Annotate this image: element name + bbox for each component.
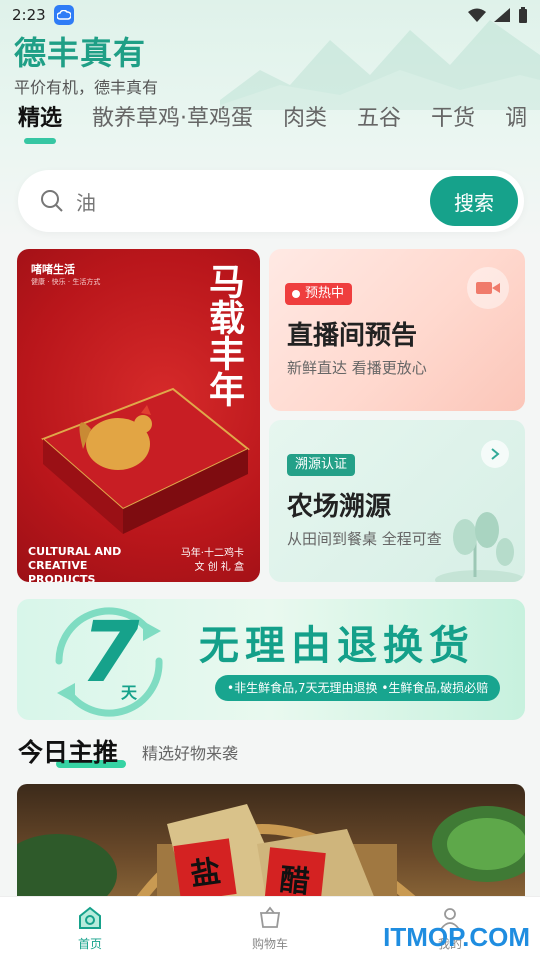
- return-unit: 天: [121, 683, 138, 702]
- app-title: 德丰真有: [14, 34, 147, 72]
- promo-cn-title: 马年·十二鸡卡: [180, 548, 244, 559]
- today-picks-subtitle: 精选好物来袭: [142, 744, 239, 763]
- nav-home[interactable]: 首页: [0, 897, 180, 960]
- tab-label: 散养草鸡·草鸡蛋: [92, 106, 254, 131]
- tab-seasoning[interactable]: 调: [505, 100, 527, 148]
- return-title: 无理由退换货: [199, 623, 475, 669]
- live-preview-card[interactable]: 预热中 直播间预告 新鲜直达 看播更放心: [269, 249, 525, 411]
- tab-label: 干货: [431, 106, 476, 131]
- salt-label: 盐: [173, 838, 237, 902]
- preheat-badge: 预热中: [285, 283, 353, 305]
- tab-grains[interactable]: 五谷: [357, 100, 401, 148]
- tab-meat[interactable]: 肉类: [283, 100, 327, 148]
- return-policy-note: •非生鲜食品,7天无理由退换 •生鲜食品,破损必赔: [215, 675, 501, 701]
- tab-label: 肉类: [283, 106, 328, 131]
- today-picks-title: 今日主推: [18, 738, 119, 767]
- status-time: 2:23: [12, 6, 46, 24]
- video-camera-icon: [467, 267, 509, 309]
- promo-brand-sub: 健康 · 快乐 · 生活方式: [31, 278, 101, 286]
- farm-title: 农场溯源: [287, 492, 392, 522]
- live-title: 直播间预告: [287, 321, 418, 351]
- battery-icon: [519, 7, 527, 23]
- tab-label: 调: [505, 106, 528, 131]
- home-icon: [79, 906, 101, 929]
- promo-brand: 啫啫生活: [31, 263, 75, 276]
- nav-cart-label: 购物车: [251, 937, 288, 951]
- promo-cn-sub: 文 创 礼 盒: [194, 562, 244, 573]
- farm-subtitle: 从田间到餐桌 全程可查: [287, 530, 442, 548]
- trace-badge: 溯源认证: [287, 454, 356, 476]
- search-button[interactable]: 搜索: [430, 176, 518, 226]
- site-watermark: ITMOP.COM: [383, 922, 530, 952]
- tab-label: 五谷: [357, 106, 402, 131]
- cloud-icon: [53, 5, 74, 25]
- seven-day-return-banner[interactable]: 7 天 无理由退换货 •非生鲜食品,7天无理由退换 •生鲜食品,破损必赔: [17, 599, 525, 720]
- status-bar: 2:23: [0, 0, 540, 30]
- gift-box-illustration: [41, 387, 250, 534]
- featured-product-image[interactable]: 盐 醋: [17, 784, 525, 904]
- promo-english-text: CULTURAL AND CREATIVE PRODUCTS: [28, 545, 122, 582]
- wifi-icon: [468, 8, 486, 22]
- tab-dry-goods[interactable]: 干货: [431, 100, 475, 148]
- tab-label: 精选: [18, 106, 63, 131]
- search-input[interactable]: 油: [76, 187, 430, 216]
- sprout-illustration: [435, 512, 525, 582]
- tab-active-indicator: [24, 138, 56, 144]
- promo-gift-box-card[interactable]: 啫啫生活 健康 · 快乐 · 生活方式 马载丰年 CULTURAL AND CR…: [17, 249, 260, 582]
- live-subtitle: 新鲜直达 看播更放心: [287, 359, 427, 377]
- category-tabs: 精选 散养草鸡·草鸡蛋 肉类 五谷 干货 调: [18, 100, 540, 148]
- chevron-right-icon[interactable]: [481, 440, 509, 468]
- tab-free-range-chicken[interactable]: 散养草鸡·草鸡蛋: [92, 100, 253, 148]
- nav-cart[interactable]: 购物车: [180, 897, 360, 960]
- nav-home-label: 首页: [77, 937, 102, 951]
- tab-featured[interactable]: 精选: [18, 100, 62, 148]
- farm-traceability-card[interactable]: 溯源认证 农场溯源 从田间到餐桌 全程可查: [269, 420, 525, 582]
- app-subtitle: 平价有机，德丰真有: [14, 78, 159, 97]
- search-bar[interactable]: 油 搜索: [18, 170, 524, 232]
- search-icon: [41, 190, 63, 212]
- promo-chinese-caption: 马年·十二鸡卡 文 创 礼 盒: [181, 547, 244, 575]
- cart-icon: [259, 906, 281, 928]
- signal-icon: [494, 8, 510, 22]
